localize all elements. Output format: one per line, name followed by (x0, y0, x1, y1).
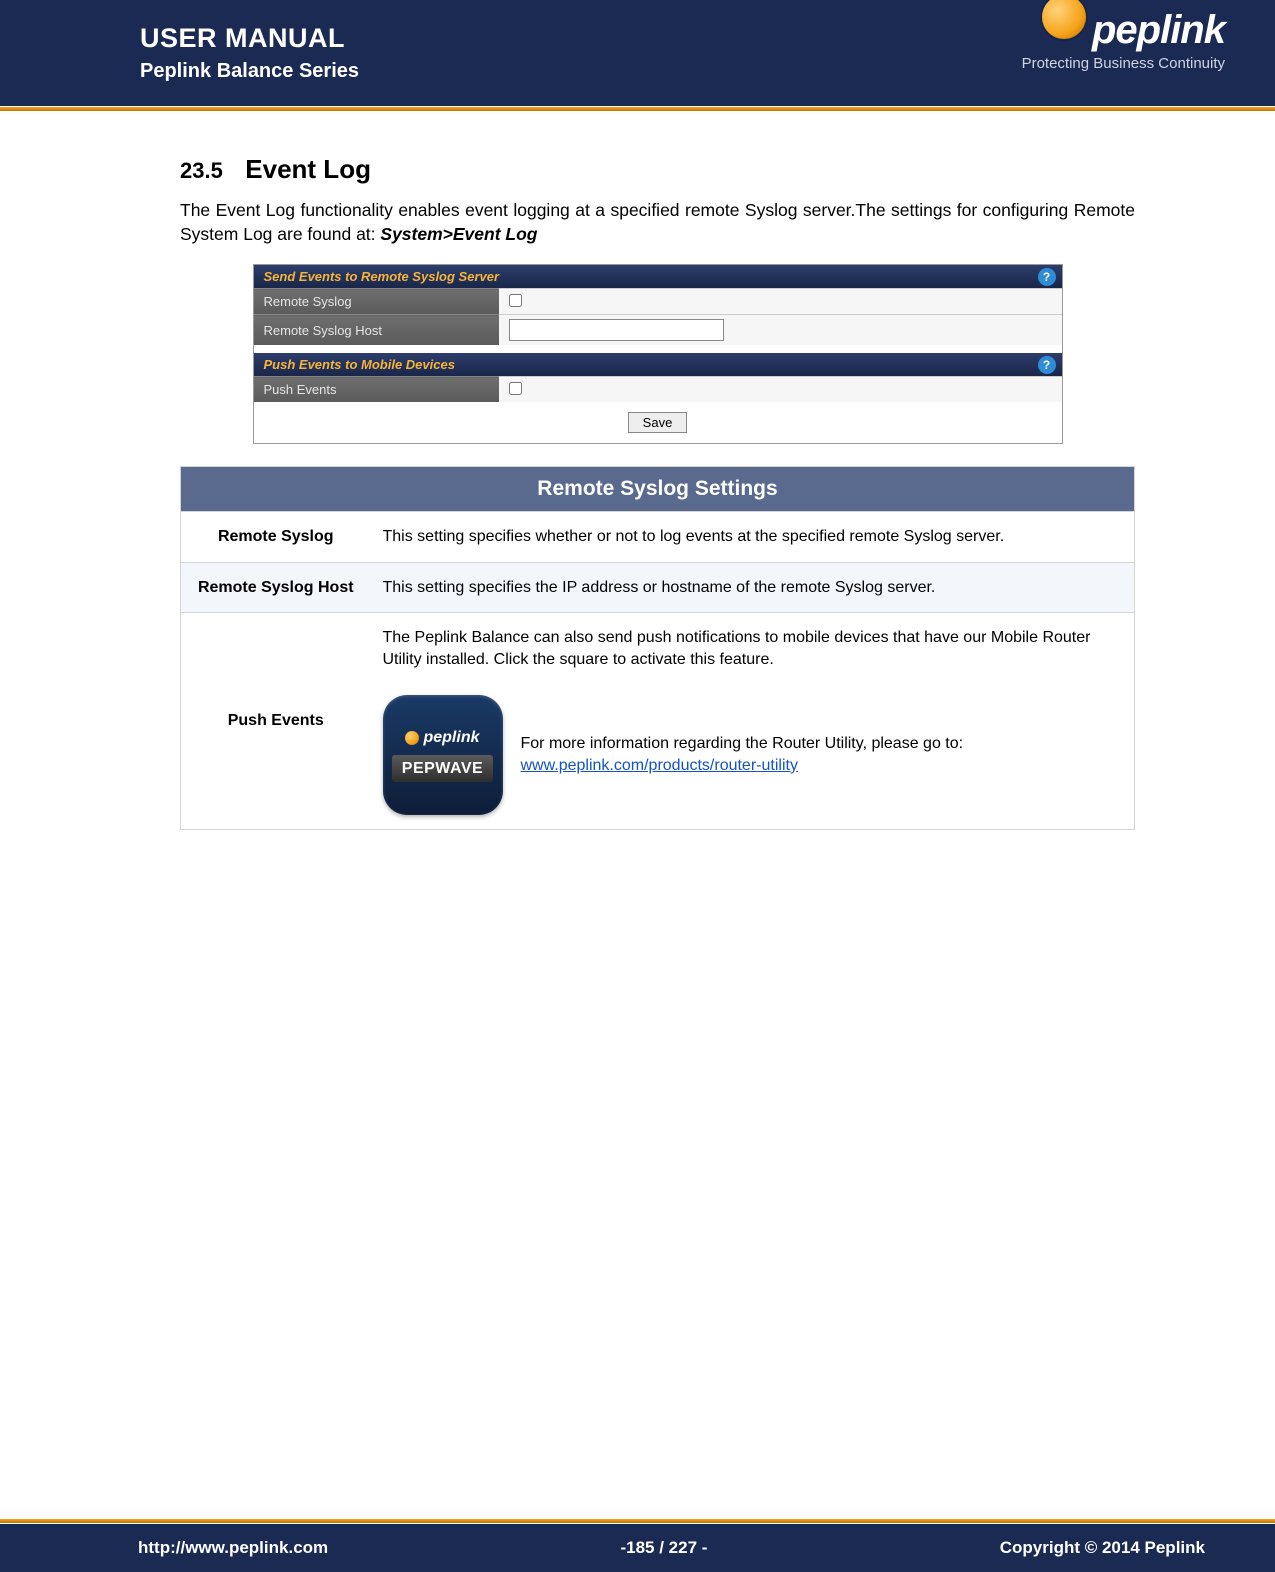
help-icon[interactable]: ? (1038, 268, 1056, 286)
table-row: Push Events The Peplink Balance can also… (181, 613, 1135, 829)
remote-syslog-host-input[interactable] (509, 319, 724, 341)
row-label: Remote Syslog (181, 512, 371, 563)
intro-text: The Event Log functionality enables even… (180, 200, 1135, 244)
table-row: Remote Syslog Host This setting specifie… (181, 562, 1135, 613)
row-remote-syslog-host-label: Remote Syslog Host (254, 315, 499, 346)
app-icon-line2: PEPWAVE (392, 755, 493, 783)
row-text-cell: The Peplink Balance can also send push n… (371, 613, 1135, 829)
push-events-text1: The Peplink Balance can also send push n… (383, 627, 1123, 670)
save-row: Save (254, 402, 1062, 443)
row-label: Remote Syslog Host (181, 562, 371, 613)
section-title: Event Log (245, 154, 371, 184)
row-text: This setting specifies the IP address or… (371, 562, 1135, 613)
save-button[interactable]: Save (628, 412, 688, 433)
router-utility-app-icon: peplink PEPWAVE (383, 695, 503, 815)
config-group-1-header: Send Events to Remote Syslog Server ? (254, 265, 1062, 289)
remote-syslog-checkbox[interactable] (509, 294, 522, 307)
config-group-2-title: Push Events to Mobile Devices (264, 357, 455, 372)
footer-page-number: -185 / 227 - (620, 1538, 707, 1558)
config-group-2-header: Push Events to Mobile Devices ? (254, 353, 1062, 377)
section-heading: 23.5 Event Log (180, 154, 1135, 185)
brand-orb-icon (1042, 0, 1086, 39)
page-content: 23.5 Event Log The Event Log functionali… (0, 112, 1275, 830)
footer-url: http://www.peplink.com (138, 1538, 328, 1558)
brand-orb-icon (405, 731, 419, 745)
config-group-1-title: Send Events to Remote Syslog Server (264, 269, 500, 284)
brand-tagline: Protecting Business Continuity (1022, 55, 1225, 72)
brand-name: peplink (1092, 8, 1225, 53)
row-remote-syslog-label: Remote Syslog (254, 289, 499, 315)
row-label: Push Events (181, 613, 371, 829)
row-push-events-label: Push Events (254, 377, 499, 403)
table-row: Remote Syslog This setting specifies whe… (181, 512, 1135, 563)
section-intro: The Event Log functionality enables even… (180, 199, 1135, 246)
push-events-checkbox[interactable] (509, 382, 522, 395)
push-events-text2: For more information regarding the Route… (521, 735, 964, 752)
settings-description-table: Remote Syslog Settings Remote Syslog Thi… (180, 466, 1135, 829)
intro-breadcrumb-path: System>Event Log (380, 224, 537, 244)
section-number: 23.5 (180, 158, 223, 183)
row-text: This setting specifies whether or not to… (371, 512, 1135, 563)
config-panel: Send Events to Remote Syslog Server ? Re… (253, 264, 1063, 444)
desc-table-title: Remote Syslog Settings (181, 467, 1135, 512)
brand-logo-area: peplink Protecting Business Continuity (1022, 8, 1225, 72)
footer-copyright: Copyright © 2014 Peplink (1000, 1538, 1205, 1558)
push-events-more-info: For more information regarding the Route… (521, 733, 964, 776)
help-icon[interactable]: ? (1038, 356, 1056, 374)
page-header: USER MANUAL Peplink Balance Series pepli… (0, 0, 1275, 106)
router-utility-link[interactable]: www.peplink.com/products/router-utility (521, 757, 798, 774)
page-footer: http://www.peplink.com -185 / 227 - Copy… (0, 1524, 1275, 1572)
app-icon-line1: peplink (423, 727, 479, 749)
